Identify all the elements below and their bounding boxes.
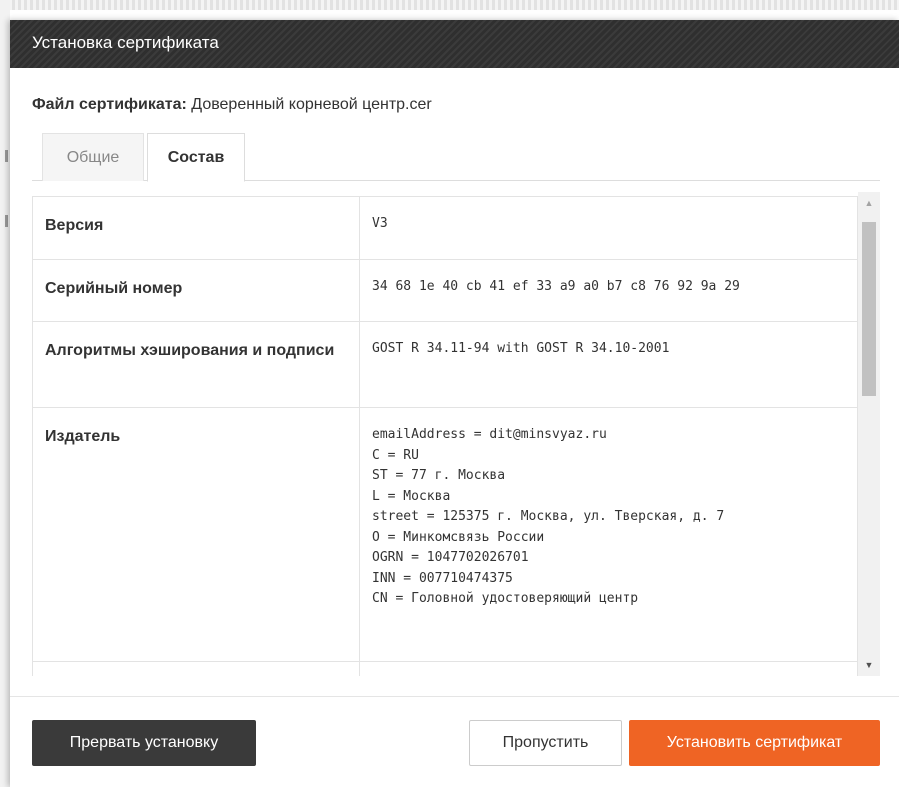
background-mark [5,150,8,162]
table-row: Серийный номер 34 68 1e 40 cb 41 ef 33 a… [32,259,858,322]
certificate-properties-panel[interactable]: Версия V3 Серийный номер 34 68 1e 40 cb … [32,192,880,676]
scrollbar-thumb[interactable] [862,222,876,396]
property-name: Алгоритмы хэширования и подписи [32,321,360,408]
table-row: Издатель emailAddress = dit@minsvyaz.ru … [32,407,858,662]
certificate-properties-table: Версия V3 Серийный номер 34 68 1e 40 cb … [32,196,858,676]
abort-install-button[interactable]: Прервать установку [32,720,256,766]
property-value [359,661,858,676]
property-value: GOST R 34.11-94 with GOST R 34.10-2001 [359,321,858,408]
tab-composition[interactable]: Состав [147,133,245,182]
property-name: Издатель [32,407,360,662]
property-value: emailAddress = dit@minsvyaz.ru C = RU ST… [359,407,858,662]
install-certificate-dialog: Установка сертификата Файл сертификата: … [10,20,899,787]
table-row [32,661,858,676]
property-value: V3 [359,196,858,260]
certificate-file-line: Файл сертификата: Доверенный корневой це… [32,96,432,114]
vertical-scrollbar[interactable]: ▲ ▼ [858,192,880,676]
background-mark [5,215,8,227]
dialog-title: Установка сертификата [10,20,899,68]
table-row: Алгоритмы хэширования и подписи GOST R 3… [32,321,858,408]
footer-divider [10,696,899,697]
property-name: Серийный номер [32,259,360,322]
property-value: 34 68 1e 40 cb 41 ef 33 a9 a0 b7 c8 76 9… [359,259,858,322]
property-name [32,661,360,676]
background-page-edge [0,0,10,787]
tab-general[interactable]: Общие [42,133,144,181]
skip-button[interactable]: Пропустить [469,720,622,766]
background-page-strip [0,0,899,10]
triangle-up-icon[interactable]: ▲ [858,192,880,214]
property-name: Версия [32,196,360,260]
tab-bar: Общие Состав [32,133,880,182]
table-row: Версия V3 [32,196,858,260]
triangle-down-icon[interactable]: ▼ [858,654,880,676]
certificate-file-label: Файл сертификата: [32,96,187,113]
install-certificate-button[interactable]: Установить сертификат [629,720,880,766]
certificate-file-name: Доверенный корневой центр.cer [191,96,432,113]
